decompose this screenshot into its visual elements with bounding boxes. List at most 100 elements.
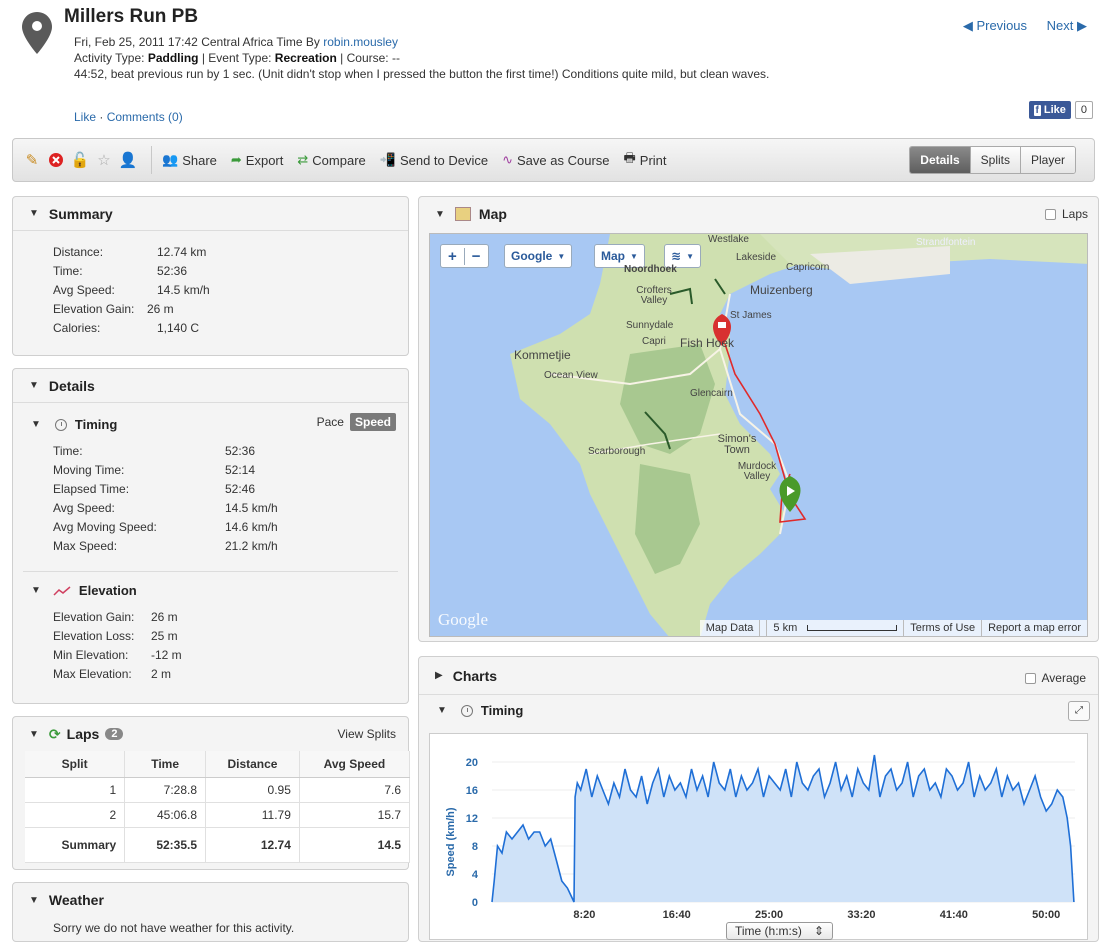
charts-header[interactable]: ▶ Charts bbox=[419, 657, 1098, 695]
edit-pencil-icon[interactable]: ✎ bbox=[21, 149, 43, 171]
speed-chart: 0 4 8 12 16 20 8:20 16:40 25:00 33:20 41:40 50:00 … bbox=[429, 733, 1088, 940]
timing-row: Time: 52:36 bbox=[53, 442, 278, 461]
elevation-value: 25 m bbox=[151, 629, 178, 643]
weather-header[interactable]: ▼ Weather bbox=[13, 883, 408, 917]
table-cell: 12.74 bbox=[205, 827, 300, 863]
expand-chart-icon[interactable]: ⤢ bbox=[1068, 701, 1090, 721]
activity-datetime: Fri, Feb 25, 2011 17:42 Central Africa T… bbox=[74, 35, 303, 49]
map-panel: ▼ Map Laps + − Google ▼ Map ▼ ≋ ▼ Westla… bbox=[418, 196, 1099, 642]
map-place-label: Westlake bbox=[708, 234, 749, 245]
laps-table: Split Time Distance Avg Speed 1 7:28.8 0… bbox=[25, 751, 411, 863]
y-tick-label: 4 bbox=[472, 869, 479, 881]
laps-checkbox[interactable]: Laps bbox=[1044, 207, 1088, 221]
route-map[interactable]: + − Google ▼ Map ▼ ≋ ▼ Westlake Lakeside… bbox=[429, 233, 1088, 637]
map-data-link[interactable]: Map Data bbox=[700, 620, 760, 636]
table-cell: 0.95 bbox=[205, 777, 300, 803]
map-place-label: Crofters Valley bbox=[636, 285, 672, 306]
tab-player[interactable]: Player bbox=[1019, 147, 1075, 173]
summary-row: Elevation Gain: 26 m bbox=[53, 300, 210, 319]
time-axis-select-label: Time (h:m:s) bbox=[735, 924, 802, 938]
collapse-triangle-icon: ▼ bbox=[31, 419, 41, 430]
zoom-out-button[interactable]: − bbox=[463, 247, 488, 265]
y-axis-label: Speed (km/h) bbox=[445, 807, 457, 876]
report-map-error-link[interactable]: Report a map error bbox=[981, 620, 1087, 636]
export-label: Export bbox=[245, 152, 284, 168]
x-tick-label: 25:00 bbox=[755, 909, 783, 921]
elevation-subheader[interactable]: ▼ Elevation bbox=[31, 583, 137, 598]
table-cell: 52:35.5 bbox=[124, 827, 207, 863]
send-to-device-button[interactable]: 📲 Send to Device bbox=[380, 152, 488, 168]
compare-label: Compare bbox=[312, 152, 366, 168]
previous-link[interactable]: ◀ Previous bbox=[963, 18, 1027, 33]
map-provider-select[interactable]: Google ▼ bbox=[504, 244, 573, 268]
map-place-label: Capri bbox=[642, 336, 666, 347]
timing-key: Avg Moving Speed: bbox=[53, 520, 157, 534]
timing-value: 52:46 bbox=[225, 482, 256, 496]
terms-of-use-link[interactable]: Terms of Use bbox=[903, 620, 981, 636]
layers-icon: ≋ bbox=[671, 249, 682, 263]
like-link[interactable]: Like bbox=[74, 110, 96, 124]
map-header[interactable]: ▼ Map bbox=[419, 197, 1098, 231]
average-checkbox[interactable]: Average bbox=[1024, 671, 1086, 685]
pace-toggle[interactable]: Pace bbox=[317, 415, 344, 429]
time-axis-select[interactable]: Time (h:m:s) ⇕ bbox=[726, 922, 833, 940]
tab-splits[interactable]: Splits bbox=[969, 147, 1020, 173]
collapse-triangle-icon: ▼ bbox=[31, 585, 41, 596]
favorite-star-icon[interactable]: ☆ bbox=[93, 149, 115, 171]
summary-row: Summary 52:35.5 12.74 14.5 bbox=[25, 827, 411, 863]
elevation-key: Elevation Gain: bbox=[53, 610, 135, 624]
comments-link[interactable]: Comments (0) bbox=[107, 110, 183, 124]
elevation-icon bbox=[53, 585, 71, 596]
view-splits-link[interactable]: View Splits bbox=[338, 727, 396, 741]
x-tick-label: 33:20 bbox=[847, 909, 875, 921]
lock-icon[interactable]: 🔓 bbox=[69, 149, 91, 171]
activity-description: 44:52, beat previous run by 1 sec. (Unit… bbox=[74, 67, 770, 81]
event-type-label: | Event Type: bbox=[201, 51, 272, 65]
map-place-label: Glencairn bbox=[690, 388, 733, 399]
expand-triangle-icon: ▶ bbox=[435, 670, 443, 681]
delete-icon[interactable] bbox=[45, 149, 67, 171]
map-title: Map bbox=[478, 206, 507, 222]
weather-message: Sorry we do not have weather for this ac… bbox=[53, 921, 295, 935]
table-row[interactable]: 2 45:06.8 11.79 15.7 bbox=[25, 802, 411, 828]
person-icon[interactable]: 👤 bbox=[117, 149, 139, 171]
speed-toggle[interactable]: Speed bbox=[349, 413, 396, 431]
user-link[interactable]: robin.mousley bbox=[323, 35, 398, 49]
timing-row: Avg Speed: 14.5 km/h bbox=[53, 499, 278, 518]
table-cell: 11.79 bbox=[205, 802, 300, 828]
facebook-icon: f bbox=[1033, 104, 1041, 116]
table-cell: 1 bbox=[25, 777, 126, 803]
save-as-course-button[interactable]: ∿ Save as Course bbox=[502, 152, 609, 168]
next-link[interactable]: Next ▶ bbox=[1047, 18, 1087, 33]
map-place-label: Capricorn bbox=[786, 262, 830, 273]
details-panel: ▼ Details ▼ Timing Pace Speed Time: 52:36… bbox=[12, 368, 409, 704]
collapse-triangle-icon: ▼ bbox=[29, 208, 39, 219]
print-button[interactable]: 🖶 Print bbox=[624, 149, 667, 171]
activity-pager: ◀ Previous Next ▶ bbox=[947, 18, 1087, 34]
timing-subheader[interactable]: ▼ Timing bbox=[31, 417, 117, 432]
zoom-in-button[interactable]: + bbox=[441, 248, 464, 265]
tab-details[interactable]: Details bbox=[910, 147, 970, 173]
previous-label: Previous bbox=[976, 18, 1028, 33]
chart-timing-subheader[interactable]: ▼ Timing bbox=[437, 703, 523, 718]
details-header[interactable]: ▼ Details bbox=[13, 369, 408, 403]
column-header: Avg Speed bbox=[299, 751, 411, 778]
course-icon: ∿ bbox=[502, 152, 514, 167]
clock-icon bbox=[460, 704, 473, 717]
facebook-like-button[interactable]: f Like bbox=[1028, 101, 1071, 119]
timing-key: Max Speed: bbox=[53, 539, 118, 553]
map-place-label: Strandfontein bbox=[916, 237, 976, 248]
collapse-triangle-icon: ▼ bbox=[29, 728, 39, 740]
section-divider bbox=[23, 571, 398, 572]
table-row[interactable]: 1 7:28.8 0.95 7.6 bbox=[25, 777, 411, 803]
clock-icon bbox=[54, 418, 67, 431]
table-cell: 14.5 bbox=[299, 827, 411, 863]
table-cell: 7.6 bbox=[299, 777, 411, 803]
map-place-label: Scarborough bbox=[588, 446, 646, 457]
speed-chart-svg: 048121620 8:20 16:40 25:00 33:20 41:40 50:00 … bbox=[445, 754, 1075, 921]
summary-header[interactable]: ▼ Summary bbox=[13, 197, 408, 231]
share-button[interactable]: 👥 Share bbox=[162, 152, 217, 168]
compare-button[interactable]: ⇄ Compare bbox=[297, 152, 365, 168]
table-cell: Summary bbox=[25, 827, 126, 863]
export-button[interactable]: ➦ Export bbox=[231, 152, 283, 168]
